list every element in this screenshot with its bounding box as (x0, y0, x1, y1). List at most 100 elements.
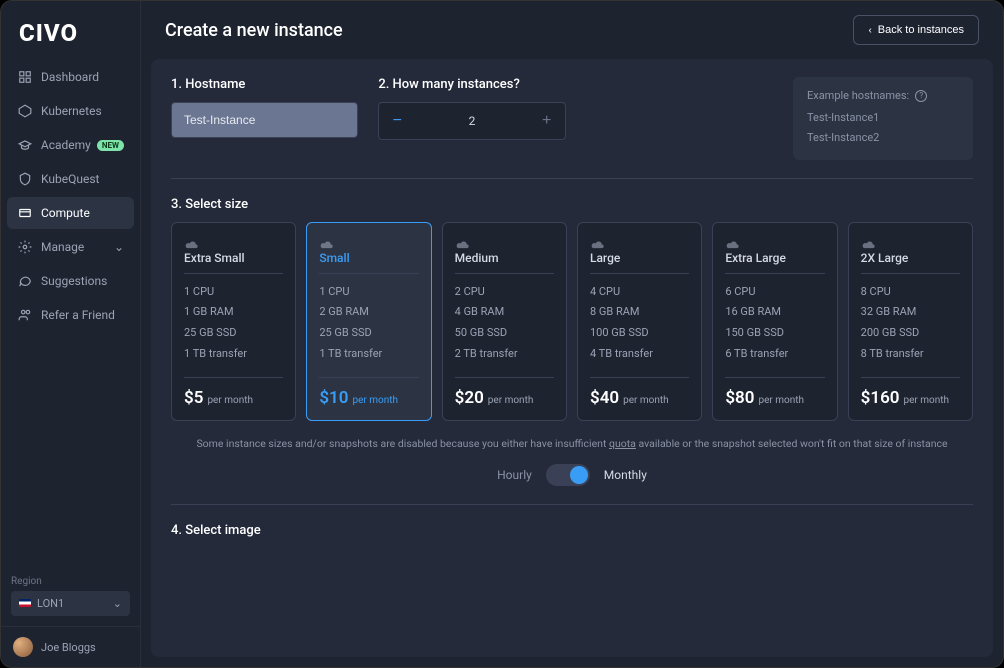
users-icon (17, 307, 33, 323)
sidebar: CIVO Dashboard Kubernetes Academy NEW KubeQu… (1, 1, 141, 667)
quantity-label: 2. How many instances? (378, 77, 565, 92)
size-card-small[interactable]: Small 1 CPU 2 GB RAM 25 GB SSD 1 TB tran… (306, 222, 431, 422)
size-cpu: 6 CPU (725, 282, 824, 303)
size-section-label: 3. Select size (171, 197, 973, 212)
size-ssd: 200 GB SSD (861, 323, 960, 344)
sidebar-item-label: Suggestions (41, 274, 107, 288)
size-ssd: 25 GB SSD (319, 323, 418, 344)
size-cpu: 1 CPU (184, 282, 283, 303)
size-ram: 32 GB RAM (861, 302, 960, 323)
billing-toggle[interactable] (546, 464, 590, 486)
size-name: Large (590, 251, 689, 274)
cloud-icon (725, 235, 741, 245)
size-card-medium[interactable]: Medium 2 CPU 4 GB RAM 50 GB SSD 2 TB tra… (442, 222, 567, 422)
shield-icon (17, 171, 33, 187)
sidebar-item-kubernetes[interactable]: Kubernetes (7, 95, 134, 127)
size-card-extra-large[interactable]: Extra Large 6 CPU 16 GB RAM 150 GB SSD 6… (712, 222, 837, 422)
example-title: Example hostnames: ? (807, 89, 959, 102)
price-unit: per month (207, 395, 253, 406)
price-row: $20 per month (455, 377, 554, 408)
size-transfer: 8 TB transfer (861, 344, 960, 365)
increment-button[interactable]: + (529, 103, 565, 139)
size-ram: 16 GB RAM (725, 302, 824, 323)
size-transfer: 1 TB transfer (184, 344, 283, 365)
size-ssd: 25 GB SSD (184, 323, 283, 344)
logo: CIVO (1, 1, 140, 61)
price-row: $80 per month (725, 377, 824, 408)
sidebar-item-label: Kubernetes (41, 104, 102, 118)
decrement-button[interactable]: − (379, 103, 415, 139)
billing-hourly-label[interactable]: Hourly (497, 468, 532, 482)
academy-icon (17, 137, 33, 153)
content: 1. Hostname 2. How many instances? − 2 +… (151, 59, 993, 657)
size-card-extra-small[interactable]: Extra Small 1 CPU 1 GB RAM 25 GB SSD 1 T… (171, 222, 296, 422)
toggle-knob (570, 466, 588, 484)
uk-flag-icon (19, 599, 31, 607)
sidebar-item-suggestions[interactable]: Suggestions (7, 265, 134, 297)
price-amount: $160 (861, 388, 900, 408)
divider (171, 504, 973, 505)
size-name: Medium (455, 251, 554, 274)
price-row: $160 per month (861, 377, 960, 408)
cloud-icon (455, 235, 471, 245)
quantity-value: 2 (415, 114, 528, 128)
region-block: Region LON1 ⌄ (1, 566, 140, 626)
chevron-down-icon: ⌄ (114, 240, 124, 254)
size-transfer: 1 TB transfer (319, 344, 418, 365)
size-cpu: 2 CPU (455, 282, 554, 303)
size-transfer: 4 TB transfer (590, 344, 689, 365)
dashboard-icon (17, 69, 33, 85)
quantity-stepper: − 2 + (378, 102, 565, 140)
price-amount: $5 (184, 388, 203, 408)
sidebar-nav: Dashboard Kubernetes Academy NEW KubeQuestCo… (1, 61, 140, 566)
size-card-large[interactable]: Large 4 CPU 8 GB RAM 100 GB SSD 4 TB tra… (577, 222, 702, 422)
quota-link[interactable]: quota (609, 437, 636, 450)
image-section-label: 4. Select image (171, 523, 973, 538)
page-title: Create a new instance (165, 20, 343, 41)
cloud-icon (590, 235, 606, 245)
price-amount: $40 (590, 388, 619, 408)
price-unit: per month (623, 395, 669, 406)
price-unit: per month (758, 395, 804, 406)
sidebar-item-dashboard[interactable]: Dashboard (7, 61, 134, 93)
gear-icon (17, 239, 33, 255)
region-label: Region (11, 576, 130, 587)
user-block[interactable]: Joe Bloggs (1, 626, 140, 667)
back-to-instances-button[interactable]: ‹ Back to instances (853, 15, 979, 45)
billing-monthly-label[interactable]: Monthly (604, 468, 647, 482)
size-name: 2X Large (861, 251, 960, 274)
price-unit: per month (488, 395, 534, 406)
size-card-2x-large[interactable]: 2X Large 8 CPU 32 GB RAM 200 GB SSD 8 TB… (848, 222, 973, 422)
sidebar-item-label: Manage (41, 240, 84, 254)
cloud-icon (861, 235, 877, 245)
help-icon[interactable]: ? (915, 90, 927, 102)
price-amount: $20 (455, 388, 484, 408)
chevron-down-icon: ⌄ (113, 597, 122, 610)
size-transfer: 6 TB transfer (725, 344, 824, 365)
back-label: Back to instances (878, 24, 964, 36)
hostname-input[interactable] (171, 102, 358, 138)
compute-icon (17, 205, 33, 221)
sidebar-item-refer-a-friend[interactable]: Refer a Friend (7, 299, 134, 331)
sidebar-item-kubequest[interactable]: KubeQuest (7, 163, 134, 195)
main: Create a new instance ‹ Back to instance… (141, 1, 1003, 667)
size-name: Extra Small (184, 251, 283, 274)
new-badge: NEW (97, 140, 124, 151)
price-row: $40 per month (590, 377, 689, 408)
size-name: Extra Large (725, 251, 824, 274)
sidebar-item-compute[interactable]: Compute (7, 197, 134, 229)
size-ssd: 50 GB SSD (455, 323, 554, 344)
chat-icon (17, 273, 33, 289)
user-name: Joe Bloggs (41, 641, 96, 654)
sidebar-item-label: Dashboard (41, 70, 99, 84)
sidebar-item-manage[interactable]: Manage ⌄ (7, 231, 134, 263)
hostname-label: 1. Hostname (171, 77, 358, 92)
price-amount: $80 (725, 388, 754, 408)
sidebar-item-academy[interactable]: Academy NEW (7, 129, 134, 161)
billing-toggle-row: Hourly Monthly (171, 464, 973, 486)
divider (171, 178, 973, 179)
region-select[interactable]: LON1 ⌄ (11, 591, 130, 616)
sidebar-item-label: Academy (41, 138, 91, 152)
price-unit: per month (352, 395, 398, 406)
example-item: Test-Instance2 (807, 128, 959, 148)
